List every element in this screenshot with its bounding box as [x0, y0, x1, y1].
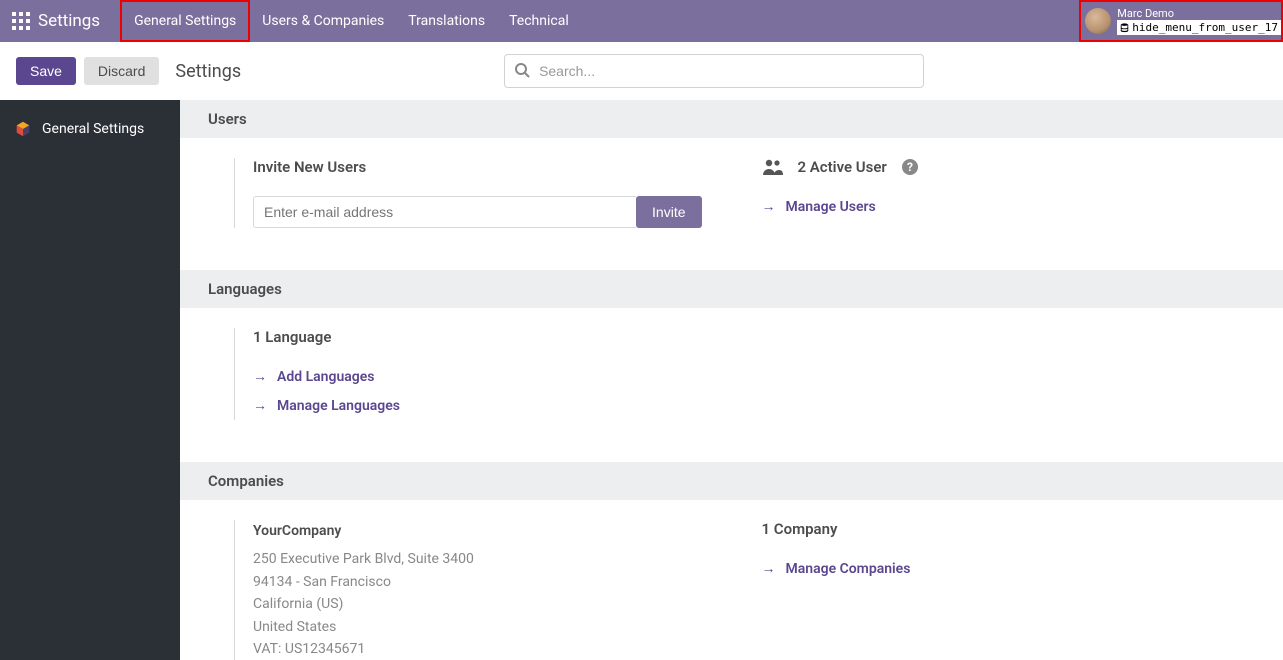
user-menu[interactable]: Marc Demo hide_menu_from_user_17 — [1079, 0, 1283, 42]
search-input[interactable] — [504, 54, 924, 88]
active-users: 2 Active User — [798, 158, 887, 176]
manage-companies-link[interactable]: → Manage Companies — [762, 554, 1230, 583]
company-count: 1 Company — [762, 520, 1230, 538]
body: General Settings Users Invite New Users … — [0, 100, 1283, 660]
help-icon[interactable]: ? — [901, 158, 919, 176]
invite-title: Invite New Users — [253, 158, 702, 176]
company-vat: VAT: US12345671 — [253, 638, 702, 660]
company-addr4: United States — [253, 616, 702, 638]
debug-icon[interactable] — [0, 12, 1061, 28]
manage-languages-link[interactable]: → Manage Languages — [253, 391, 702, 420]
avatar — [1085, 8, 1111, 34]
arrow-icon: → — [762, 560, 776, 577]
navbar: Settings General Settings Users & Compan… — [0, 0, 1283, 42]
add-languages-link[interactable]: → Add Languages — [253, 362, 702, 391]
sidebar: General Settings — [0, 100, 180, 660]
manage-users-link[interactable]: → Manage Users — [762, 192, 1230, 221]
company-addr3: California (US) — [253, 593, 702, 615]
user-name: Marc Demo — [1117, 7, 1281, 20]
breadcrumb: Settings — [175, 61, 241, 82]
discard-button[interactable]: Discard — [84, 57, 159, 85]
sidebar-item-label: General Settings — [42, 121, 144, 137]
control-panel: Save Discard Settings — [0, 42, 1283, 100]
users-icon — [762, 158, 784, 176]
content: Users Invite New Users Invite 2 Active U… — [180, 100, 1283, 660]
arrow-icon: → — [253, 397, 267, 414]
company-name: YourCompany — [253, 520, 702, 542]
module-icon — [14, 120, 32, 138]
company-addr2: 94134 - San Francisco — [253, 571, 702, 593]
invite-button[interactable]: Invite — [636, 196, 701, 228]
company-addr1: 250 Executive Park Blvd, Suite 3400 — [253, 548, 702, 570]
section-header-languages: Languages — [180, 270, 1283, 308]
arrow-icon: → — [253, 368, 267, 385]
db-tag: hide_menu_from_user_17 — [1117, 20, 1281, 35]
invite-email-input[interactable] — [253, 196, 636, 228]
language-count: 1 Language — [253, 328, 702, 346]
save-button[interactable]: Save — [16, 57, 76, 85]
section-header-users: Users — [180, 100, 1283, 138]
search-icon — [514, 62, 530, 78]
database-icon — [1120, 23, 1129, 33]
section-header-companies: Companies — [180, 462, 1283, 500]
sidebar-item-general-settings[interactable]: General Settings — [0, 112, 180, 146]
svg-text:?: ? — [907, 160, 913, 174]
arrow-icon: → — [762, 198, 776, 215]
